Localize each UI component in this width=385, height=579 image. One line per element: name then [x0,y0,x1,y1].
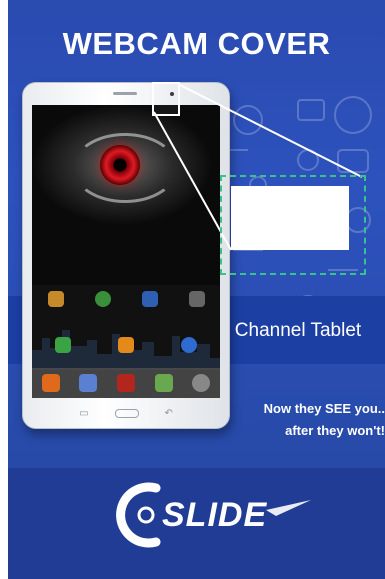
app-icon [154,374,173,392]
headline: WEBCAM COVER [62,26,331,61]
app-icon [117,337,134,353]
app-row [32,291,220,307]
eye-image [32,105,220,285]
tagline-line-2: after they won't! [285,423,385,438]
tablet-screen [32,105,220,398]
app-icon [55,337,72,353]
app-icon [180,337,197,353]
app-icon [188,291,205,307]
tagline-line-1: Now they SEE you.. [263,401,385,416]
tagline: Now they SEE you.. after they won't! [230,398,385,442]
app-icon [79,374,98,392]
zoom-outline-icon [152,82,180,116]
logo-text: SLIDE [162,496,268,534]
app-icon [192,374,211,392]
product-label: Channel Tablet [234,320,362,341]
speaker-grille [113,92,137,95]
tablet-buttons: ▭ ↶ [23,405,229,421]
brand-logo: SLIDE [116,480,316,550]
tablet-device: ▭ ↶ [22,82,230,429]
app-dock [32,368,220,398]
app-icon [94,291,111,307]
ad-card: WEBCAM COVER ▭ ↶ Channel Tablet Now they… [8,0,385,579]
red-iris [100,145,140,185]
app-icon [141,291,158,307]
recent-icon: ↶ [164,407,173,419]
app-icon [116,374,135,392]
back-icon: ▭ [79,407,89,419]
app-row [32,337,220,353]
app-icon [41,374,60,392]
app-icon [47,291,64,307]
webcam-cover-product [231,186,349,250]
home-button [114,408,139,418]
